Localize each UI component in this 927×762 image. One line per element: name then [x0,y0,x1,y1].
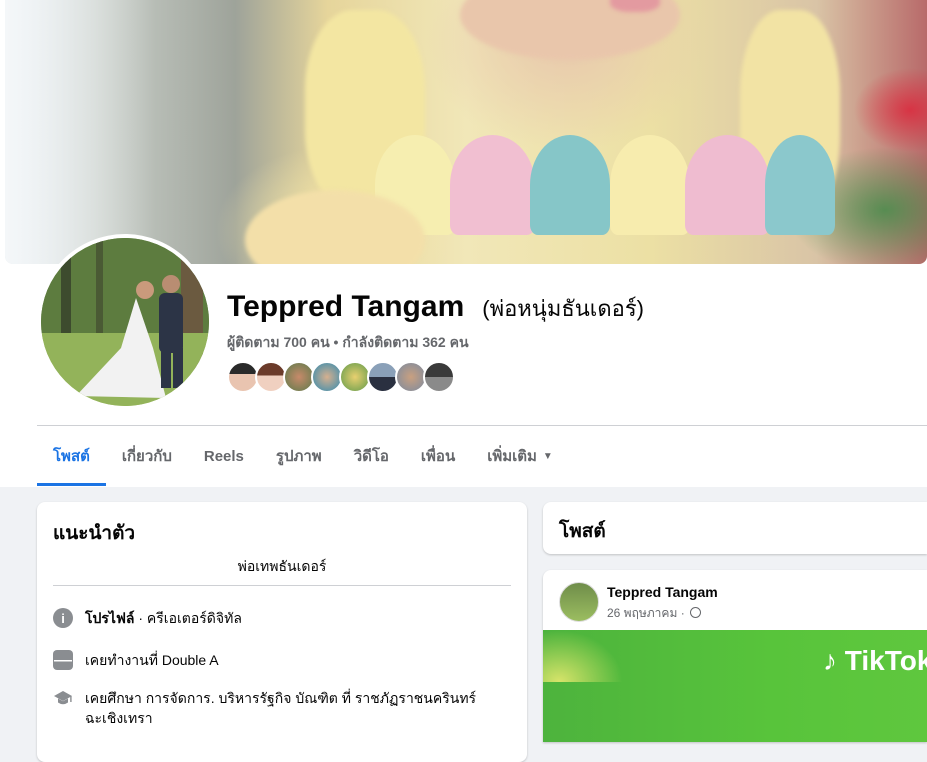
tiktok-logo-text: TikTok [844,645,927,676]
follow-stats[interactable]: ผู้ติดตาม 700 คน • กำลังติดตาม 362 คน [227,332,469,354]
post-author-name[interactable]: Teppred Tangam [607,584,718,600]
tab-videos[interactable]: วิดีโอ [338,426,405,486]
bio-divider [53,585,511,586]
intro-education-row: เคยศึกษา การจัดการ. บริหารรัฐกิจ บัณฑิต … [53,688,493,728]
posts-header-card: โพสต์ [543,502,927,554]
tab-more[interactable]: เพิ่มเติม ▼ [471,426,569,486]
intro-work-row: เคยทำงานที่ Double A [53,650,219,670]
tab-friends[interactable]: เพื่อน [405,426,471,486]
info-icon: i [53,608,73,628]
tab-more-label: เพิ่มเติม [487,448,537,465]
intro-profile-row: i โปรไฟล์ · ครีเอเตอร์ดิจิทัล [53,608,242,628]
post-author-avatar[interactable] [559,582,599,622]
post-date-text: 26 พฤษภาคม · [607,606,685,620]
tab-posts[interactable]: โพสต์ [37,426,106,486]
profile-alt-name: (พ่อหนุ่มธันเดอร์) [482,296,644,321]
intro-bio: พ่อเทพธันเดอร์ [237,558,327,574]
friend-avatar[interactable] [423,361,455,393]
globe-icon [690,607,702,618]
work-text: เคยทำงานที่ Double A [85,652,219,668]
posts-title: โพสต์ [559,521,606,542]
tab-about[interactable]: เกี่ยวกับ [106,426,188,486]
tiktok-logo: ♪ TikTok [823,645,927,677]
profile-name-row: Teppred Tangam (พ่อหนุ่มธันเดอร์) [227,290,644,326]
caret-down-icon: ▼ [542,450,553,462]
tab-reels[interactable]: Reels [188,426,260,486]
graduation-cap-icon [53,688,73,708]
profile-tabs: โพสต์ เกี่ยวกับ Reels รูปภาพ วิดีโอ เพื่… [37,426,569,486]
friend-avatars [227,361,455,393]
education-text: เคยศึกษา การจัดการ. บริหารรัฐกิจ บัณฑิต … [85,690,477,726]
post-date[interactable]: 26 พฤษภาคม · [607,604,702,623]
cover-photo[interactable] [5,0,927,264]
profile-avatar[interactable] [41,238,209,406]
profile-category: · ครีเอเตอร์ดิจิทัล [134,610,242,626]
profile-label: โปรไฟล์ [85,610,135,626]
media-glow [543,630,623,682]
post-card: Teppred Tangam 26 พฤษภาคม · ♪ TikTok [543,570,927,742]
briefcase-icon [53,650,73,670]
tab-photos[interactable]: รูปภาพ [260,426,338,486]
profile-header: Teppred Tangam (พ่อหนุ่มธันเดอร์) ผู้ติด… [0,0,927,487]
profile-name: Teppred Tangam [227,290,465,323]
intro-title: แนะนำตัว [53,523,136,544]
